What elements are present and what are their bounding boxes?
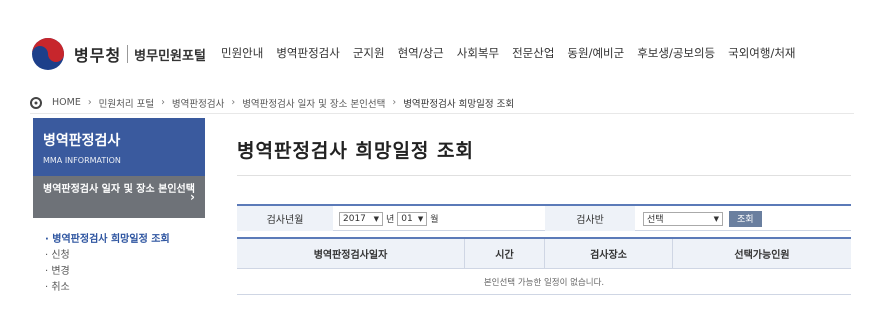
empty-message: 본인선택 가능한 일정이 없습니다. [483, 277, 605, 288]
breadcrumb-exam[interactable]: 병역판정검사 [172, 96, 224, 110]
submenu-item-schedule-inquiry[interactable]: · 병역판정검사 희망일정 조회 [45, 232, 205, 248]
dropdown-arrow-icon: ▼ [417, 214, 424, 223]
left-nav-selected-menu[interactable]: 병역판정검사 일자 및 장소 본인선택 › [33, 176, 205, 218]
submenu-item-apply[interactable]: · 신청 [45, 248, 205, 264]
col-time: 시간 [465, 239, 545, 268]
submenu-item-change[interactable]: · 변경 [45, 264, 205, 280]
left-nav: 병역판정검사 MMA INFORMATION 병역판정검사 일자 및 장소 본인… [33, 118, 205, 308]
brand-title: 병무청 [74, 46, 122, 65]
gnb-item-military-support[interactable]: 군지원 [353, 45, 385, 61]
breadcrumb-home[interactable]: HOME [52, 97, 81, 108]
gnb-item-industry[interactable]: 전문산업 [512, 45, 554, 61]
page-title: 병역판정검사 희망일정 조회 [237, 140, 474, 162]
col-exam-date: 병역판정검사일자 [237, 239, 465, 268]
left-nav-submenu: · 병역판정검사 희망일정 조회 · 신청 · 변경 · 취소 [33, 218, 205, 296]
left-nav-subtitle: MMA INFORMATION [43, 156, 121, 165]
month-unit: 월 [430, 215, 439, 225]
year-select[interactable]: 2017 ▼ [339, 211, 383, 226]
gnb-item-active-duty[interactable]: 현역/상근 [398, 45, 444, 61]
breadcrumb: HOME › 민원처리 포털 › 병역판정검사 › 병역판정검사 일자 및 장소… [30, 92, 854, 114]
title-divider [237, 175, 851, 176]
gnb-item-reserve[interactable]: 동원/예비군 [567, 45, 624, 61]
chevron-right-icon: › [190, 190, 195, 204]
brand-divider [127, 45, 129, 63]
global-nav: 민원안내 병역판정검사 군지원 현역/상근 사회복무 전문산업 동원/예비군 후… [221, 45, 796, 61]
left-nav-selected-label: 병역판정검사 일자 및 장소 본인선택 [43, 184, 195, 195]
gnb-item-civil-guide[interactable]: 민원안내 [221, 45, 263, 61]
gnb-item-candidates[interactable]: 후보생/공보의등 [637, 45, 715, 61]
home-icon[interactable] [30, 96, 42, 109]
year-unit: 년 [386, 215, 395, 225]
group-controls: 선택 ▼ 조회 [643, 206, 843, 231]
chevron-right-icon: › [161, 97, 165, 108]
search-filter: 검사년월 2017 ▼ 년 01 ▼ 월 검사반 선택 ▼ 조회 [237, 204, 851, 231]
gnb-item-exam[interactable]: 병역판정검사 [276, 45, 339, 61]
breadcrumb-current: 병역판정검사 희망일정 조회 [403, 98, 515, 110]
schedule-table: 병역판정검사일자 시간 검사장소 선택가능인원 본인선택 가능한 일정이 없습니… [237, 237, 851, 295]
group-label: 검사반 [545, 206, 635, 231]
dropdown-arrow-icon: ▼ [373, 214, 379, 223]
search-button[interactable]: 조회 [729, 210, 762, 227]
site-logo[interactable]: 병무청 병무민원포털 [30, 36, 206, 72]
chevron-right-icon: › [392, 97, 397, 108]
dropdown-arrow-icon: ▼ [713, 214, 719, 223]
brand-subtitle: 병무민원포털 [134, 48, 206, 64]
month-select[interactable]: 01 ▼ [397, 211, 428, 226]
group-select[interactable]: 선택 ▼ [643, 211, 723, 226]
col-available: 선택가능인원 [734, 250, 790, 261]
table-header: 병역판정검사일자 시간 검사장소 선택가능인원 [237, 239, 851, 269]
gnb-item-social-service[interactable]: 사회복무 [457, 45, 499, 61]
submenu-item-cancel[interactable]: · 취소 [45, 280, 205, 296]
gnb-item-overseas[interactable]: 국외여행/처재 [728, 45, 795, 61]
left-nav-header: 병역판정검사 MMA INFORMATION [33, 118, 205, 176]
breadcrumb-portal[interactable]: 민원처리 포털 [99, 96, 154, 110]
breadcrumb-selection[interactable]: 병역판정검사 일자 및 장소 본인선택 [242, 96, 385, 110]
site-header: 병무청 병무민원포털 민원안내 병역판정검사 군지원 현역/상근 사회복무 전문… [0, 0, 884, 80]
taegeuk-emblem-icon [30, 36, 66, 72]
chevron-right-icon: › [87, 97, 92, 108]
col-location: 검사장소 [545, 239, 673, 268]
left-nav-title: 병역판정검사 [43, 133, 121, 149]
year-month-controls: 2017 ▼ 년 01 ▼ 월 [339, 206, 539, 231]
year-month-label: 검사년월 [237, 206, 333, 231]
chevron-right-icon: › [231, 97, 236, 108]
